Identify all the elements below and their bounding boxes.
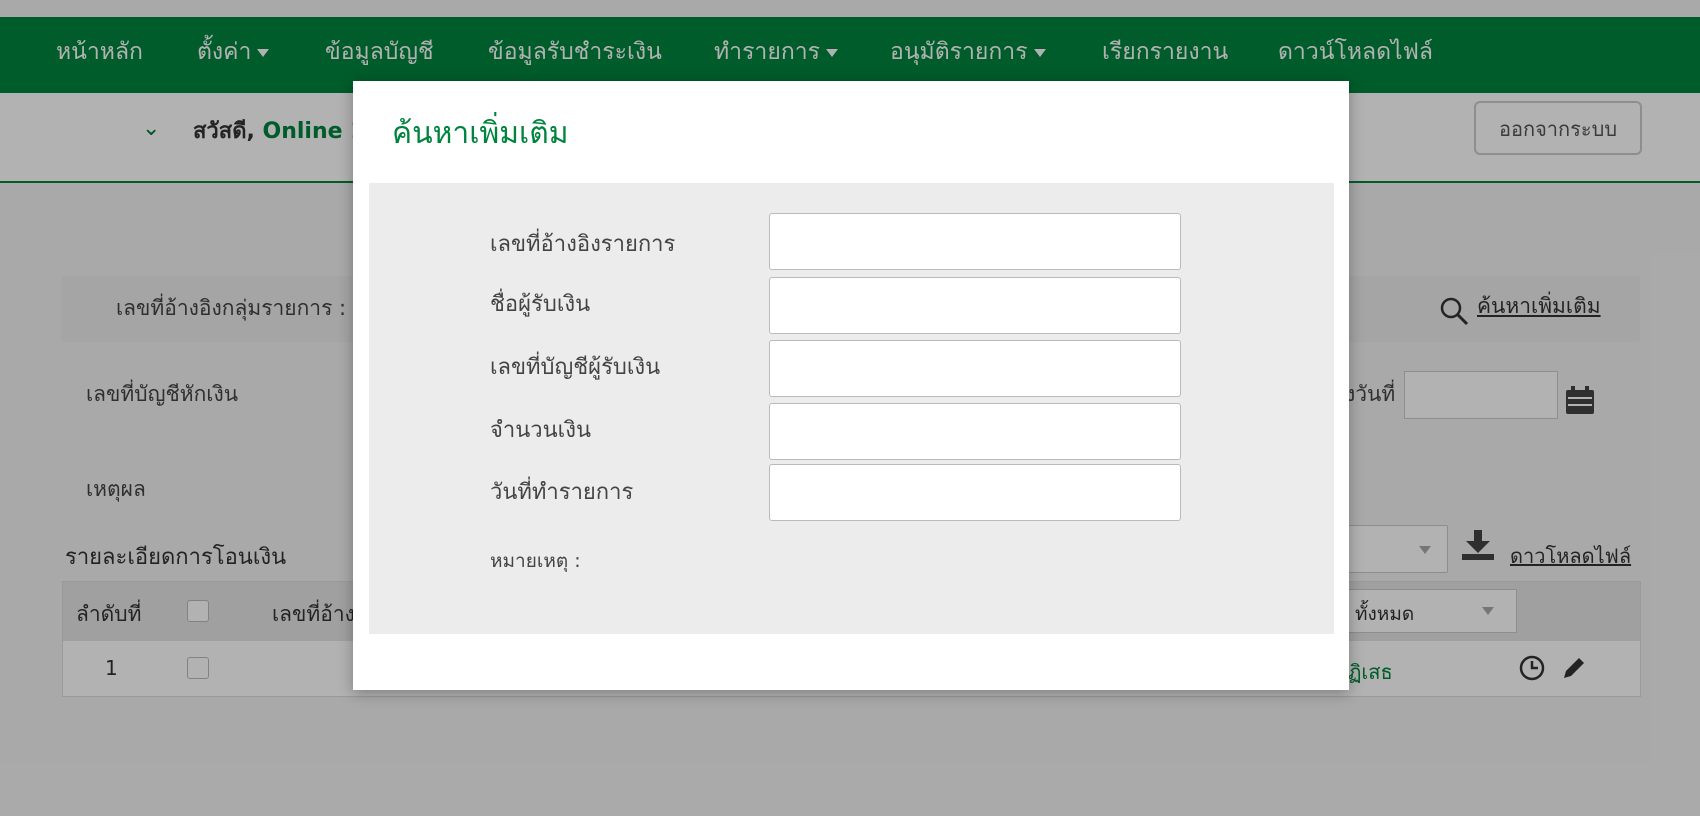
field-label-amount: จำนวนเงิน xyxy=(490,418,591,443)
modal-title: ค้นหาเพิ่มเติม xyxy=(392,116,569,151)
field-label-txn-ref: เลขที่อ้างอิงรายการ xyxy=(490,232,676,257)
txn-date-input[interactable] xyxy=(769,464,1181,521)
field-label-txn-date: วันที่ทำรายการ xyxy=(490,480,634,505)
modal-form: เลขที่อ้างอิงรายการ ชื่อผู้รับเงิน เลขที… xyxy=(369,183,1334,634)
field-label-payee-account: เลขที่บัญชีผู้รับเงิน xyxy=(490,355,661,380)
amount-input[interactable] xyxy=(769,403,1181,460)
txn-ref-input[interactable] xyxy=(769,213,1181,270)
payee-account-input[interactable] xyxy=(769,340,1181,397)
field-label-payee-name: ชื่อผู้รับเงิน xyxy=(490,292,591,317)
advanced-search-modal: ค้นหาเพิ่มเติม เลขที่อ้างอิงรายการ ชื่อผ… xyxy=(353,81,1349,690)
note-label: หมายเหตุ : xyxy=(490,550,581,572)
payee-name-input[interactable] xyxy=(769,277,1181,334)
